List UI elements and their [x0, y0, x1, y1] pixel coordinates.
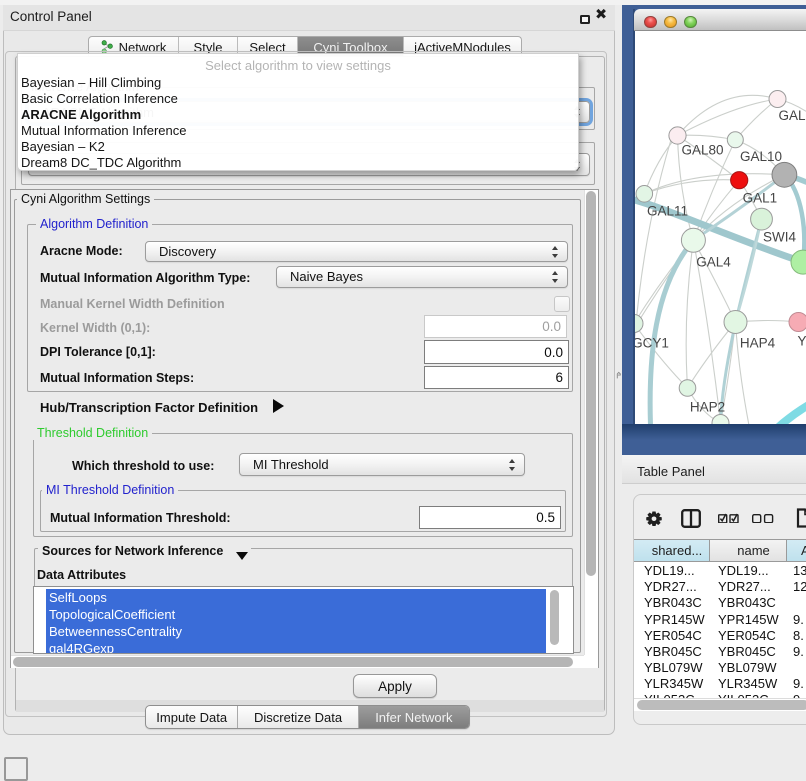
sources-group-label: Sources for Network Inference [38, 545, 251, 558]
scrollbar-corner [584, 655, 598, 668]
network-graph: GAL GAL80 GAL10 GAL1 GAL11 SWI4 GAL4 GCY… [635, 31, 806, 424]
control-panel-titlebar[interactable] [3, 5, 615, 31]
list-item[interactable]: BetweennessCentrality [49, 624, 182, 639]
split-divider-handle[interactable] [616, 371, 622, 379]
popup-prompt: Select algorithm to view settings [18, 58, 578, 73]
network-node-labels: GAL GAL80 GAL10 GAL1 GAL11 SWI4 GAL4 GCY… [635, 108, 806, 415]
network-canvas[interactable]: GAL GAL80 GAL10 GAL1 GAL11 SWI4 GAL4 GCY… [635, 31, 806, 424]
node-label: GAL11 [647, 204, 688, 219]
node-label: GAL10 [740, 149, 782, 164]
settings-horizontal-scrollbar-thumb[interactable] [13, 657, 573, 667]
apply-button[interactable]: Apply [353, 674, 437, 698]
node-label: HAP2 [690, 400, 725, 415]
threshold-definition-label: Threshold Definition [33, 427, 152, 440]
node-label: GCY1 [635, 336, 669, 351]
gear-icon[interactable] [646, 511, 662, 527]
which-threshold-combobox[interactable]: MI Threshold [239, 453, 525, 476]
column-header-label: name [737, 543, 770, 558]
column-header-label: A [801, 543, 806, 558]
table-panel-title: Table Panel [637, 464, 705, 479]
data-attributes-list[interactable]: SelfLoops TopologicalCoefficient Between… [33, 586, 574, 654]
node-attribute-table: shared... name A YDL19... YDL19... 13 YD… [634, 539, 806, 711]
network-window-titlebar[interactable] [634, 9, 806, 31]
manual-kernel-width-checkbox[interactable] [554, 296, 570, 312]
node-label: SWI4 [763, 230, 796, 245]
float-window-icon[interactable] [580, 15, 590, 24]
node-label: HAP4 [740, 336, 776, 351]
list-item[interactable]: SelfLoops [49, 590, 107, 605]
hub-expand-arrow-icon[interactable] [273, 399, 284, 413]
hub-definition-label: Hub/Transcription Factor Definition [40, 400, 258, 415]
mi-steps-label: Mutual Information Steps: [40, 371, 194, 385]
minimize-traffic-light[interactable] [664, 16, 677, 29]
list-item[interactable]: TopologicalCoefficient [49, 607, 175, 622]
mi-steps-field[interactable]: 6 [424, 366, 569, 389]
tab-infer-network[interactable]: Infer Network [359, 706, 469, 728]
settings-vertical-scrollbar-thumb[interactable] [586, 191, 596, 576]
popup-item[interactable]: ARACNE Algorithm [21, 107, 141, 122]
combo-arrows-icon [552, 271, 559, 283]
cyni-algorithm-settings-label: Cyni Algorithm Settings [17, 193, 154, 206]
minimized-window-button[interactable] [4, 757, 28, 781]
node-label: GAL4 [696, 255, 731, 270]
mi-algorithm-type-label: Mutual Information Algorithm Type: [40, 271, 250, 285]
combo-arrows-icon [552, 246, 559, 258]
aracne-mode-label: Aracne Mode: [40, 244, 123, 258]
dpi-tolerance-label: DPI Tolerance [0,1]: [40, 345, 156, 359]
cyni-bottom-tabs: Impute Data Discretize Data Infer Networ… [145, 705, 470, 729]
node-label: GAL [778, 108, 806, 123]
mi-algorithm-type-combobox[interactable]: Naive Bayes [276, 266, 568, 288]
table-horizontal-scrollbar-thumb[interactable] [637, 700, 806, 710]
file-icon[interactable] [796, 508, 806, 528]
algorithm-definition-label: Algorithm Definition [36, 218, 152, 231]
data-attributes-label: Data Attributes [37, 568, 126, 582]
close-icon[interactable]: ✖ [595, 7, 607, 23]
column-header-name[interactable]: name [710, 539, 787, 562]
popup-item[interactable]: Basic Correlation Inference [21, 91, 178, 106]
popup-item[interactable]: Bayesian – K2 [21, 139, 105, 154]
list-item[interactable]: gal4RGexp [49, 641, 114, 654]
popup-item[interactable]: Mutual Information Inference [21, 123, 186, 138]
tab-impute-data[interactable]: Impute Data [146, 706, 238, 728]
mi-threshold-definition-label: MI Threshold Definition [42, 484, 178, 497]
node-label: GAL1 [743, 191, 778, 206]
kernel-width-label: Kernel Width (0,1): [40, 321, 150, 335]
node-label: GAL80 [681, 143, 723, 158]
unchecked-columns-icon[interactable] [752, 514, 774, 524]
combo-arrows-icon [509, 459, 516, 471]
column-header-shared-name[interactable]: shared... [634, 539, 710, 562]
algorithm-dropdown-popup: Select algorithm to view settings Bayesi… [17, 53, 579, 171]
close-traffic-light[interactable] [644, 16, 657, 29]
zoom-traffic-light[interactable] [684, 16, 697, 29]
which-threshold-label: Which threshold to use: [72, 459, 214, 473]
tab-discretize-data[interactable]: Discretize Data [238, 706, 358, 728]
dpi-tolerance-field[interactable]: 0.0 [424, 340, 569, 364]
sources-collapse-arrow-icon[interactable] [236, 552, 248, 560]
control-panel-title: Control Panel [10, 9, 92, 24]
popup-item[interactable]: Bayesian – Hill Climbing [21, 75, 161, 90]
mi-threshold-label: Mutual Information Threshold: [50, 511, 231, 525]
popup-item[interactable]: Dream8 DC_TDC Algorithm [21, 155, 181, 170]
node-label: Y [797, 334, 806, 349]
manual-kernel-width-label: Manual Kernel Width Definition [40, 297, 225, 311]
checked-columns-icon[interactable] [718, 513, 739, 524]
column-header-partial[interactable]: A [787, 539, 806, 562]
network-window-shadow [622, 424, 806, 440]
column-header-label: shared... [652, 543, 703, 558]
split-view-icon[interactable] [681, 509, 701, 528]
kernel-width-field[interactable]: 0.0 [424, 315, 567, 338]
aracne-mode-combobox[interactable]: Discovery [145, 241, 568, 262]
list-vertical-scrollbar-thumb[interactable] [550, 590, 559, 645]
mi-threshold-field[interactable]: 0.5 [419, 506, 561, 529]
